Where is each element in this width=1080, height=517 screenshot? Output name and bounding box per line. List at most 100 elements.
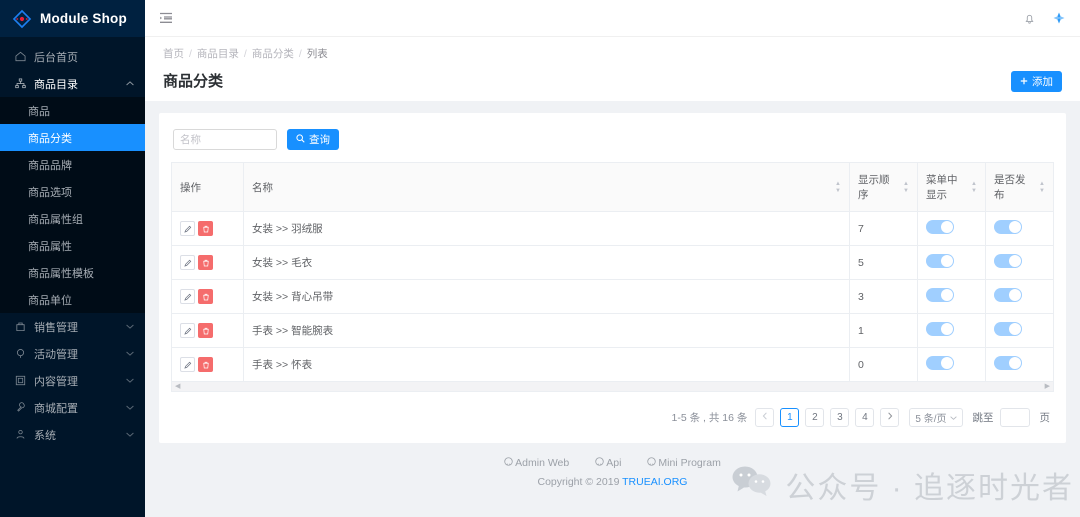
menu-show-toggle[interactable] — [926, 288, 954, 302]
sort-toggle-icon[interactable]: ▲ ▼ — [1039, 181, 1045, 194]
github-icon — [647, 457, 657, 469]
footer-link-label: Mini Program — [658, 457, 721, 469]
menu-show-toggle[interactable] — [926, 254, 954, 268]
sidebar-item-sales[interactable]: 销售管理 — [0, 313, 145, 340]
menu-fold-icon[interactable] — [159, 11, 173, 25]
published-toggle[interactable] — [994, 288, 1022, 302]
published-toggle[interactable] — [994, 356, 1022, 370]
category-card: 查询 操作 名称 — [159, 113, 1066, 443]
menu-show-toggle[interactable] — [926, 220, 954, 234]
footer-link-mini-program[interactable]: Mini Program — [647, 457, 721, 469]
pencil-icon[interactable] — [180, 255, 195, 270]
footer-link-label: Api — [606, 457, 622, 469]
scroll-left-arrow-icon[interactable]: ◀ — [175, 383, 180, 390]
page-title: 商品分类 — [163, 73, 224, 90]
cell-published — [985, 279, 1054, 314]
pagination-page-1[interactable]: 1 — [780, 408, 800, 427]
chevron-down-icon — [125, 324, 135, 329]
trash-icon[interactable] — [198, 221, 213, 236]
pencil-icon[interactable] — [180, 289, 195, 304]
search-bar: 查询 — [171, 127, 1054, 162]
scroll-right-arrow-icon[interactable]: ▶ — [1045, 383, 1050, 390]
breadcrumb-item-1[interactable]: 商品目录 — [197, 46, 239, 61]
trash-icon[interactable] — [198, 289, 213, 304]
published-toggle[interactable] — [994, 220, 1022, 234]
sidebar-item-product[interactable]: 商品 — [0, 97, 145, 124]
column-header-order[interactable]: 显示顺序 ▲ ▼ — [849, 162, 918, 212]
sidebar-item-label: 系统 — [34, 429, 56, 442]
pagination-page-3[interactable]: 3 — [830, 408, 850, 427]
cell-name: 手表 >> 怀表 — [243, 347, 850, 382]
cell-actions — [171, 245, 244, 280]
table-row: 女装 >> 背心吊带 3 — [171, 279, 1054, 314]
tag-icon — [14, 348, 26, 360]
published-toggle[interactable] — [994, 254, 1022, 268]
breadcrumb: 首页 / 商品目录 / 商品分类 / 列表 — [163, 46, 1062, 61]
sidebar-item-catalog[interactable]: 商品目录 — [0, 70, 145, 97]
table-row: 女装 >> 毛衣 5 — [171, 245, 1054, 280]
menu-show-toggle[interactable] — [926, 356, 954, 370]
trash-icon[interactable] — [198, 255, 213, 270]
pencil-icon[interactable] — [180, 357, 195, 372]
sort-toggle-icon[interactable]: ▲ ▼ — [835, 181, 841, 194]
sidebar-item-dashboard[interactable]: 后台首页 — [0, 43, 145, 70]
cell-order: 7 — [849, 211, 918, 246]
footer-link-api[interactable]: Api — [595, 457, 621, 469]
sidebar-item-system[interactable]: 系统 — [0, 421, 145, 448]
sort-toggle-icon[interactable]: ▲ ▼ — [971, 181, 977, 194]
pencil-icon[interactable] — [180, 323, 195, 338]
apps-dots-icon[interactable] — [1052, 11, 1066, 25]
pagination-jump-input[interactable] — [999, 408, 1030, 427]
cell-published — [985, 347, 1054, 382]
column-header-published[interactable]: 是否发布 ▲ ▼ — [985, 162, 1054, 212]
trash-icon[interactable] — [198, 357, 213, 372]
column-header-actions: 操作 — [171, 162, 244, 212]
pagination-page-4[interactable]: 4 — [855, 408, 875, 427]
sidebar-item-attribute-template[interactable]: 商品属性模板 — [0, 259, 145, 286]
row-action-group — [180, 255, 213, 270]
copyright-brand-link[interactable]: TRUEAI.ORG — [622, 476, 687, 488]
cell-order: 0 — [849, 347, 918, 382]
footer: Admin Web Api Mini Program Copyright © 2… — [159, 443, 1066, 504]
chevron-right-icon — [887, 412, 893, 423]
topbar — [145, 0, 1080, 37]
diamond-logo-icon — [12, 9, 32, 29]
column-header-name[interactable]: 名称 ▲ ▼ — [243, 162, 850, 212]
sidebar-item-attribute-group[interactable]: 商品属性组 — [0, 205, 145, 232]
breadcrumb-item-0[interactable]: 首页 — [163, 46, 184, 61]
cell-published — [985, 245, 1054, 280]
search-button[interactable]: 查询 — [287, 129, 339, 150]
breadcrumb-separator: / — [298, 47, 302, 60]
sidebar-item-product-option[interactable]: 商品选项 — [0, 178, 145, 205]
column-header-menu-show[interactable]: 菜单中显示 ▲ ▼ — [917, 162, 986, 212]
sidebar-logo[interactable]: Module Shop — [0, 0, 145, 37]
sidebar-item-product-brand[interactable]: 商品品牌 — [0, 151, 145, 178]
breadcrumb-item-2[interactable]: 商品分类 — [252, 46, 294, 61]
bell-icon[interactable] — [1023, 12, 1036, 25]
table-row: 手表 >> 怀表 0 — [171, 347, 1054, 382]
sidebar-item-product-unit[interactable]: 商品单位 — [0, 286, 145, 313]
trash-icon[interactable] — [198, 323, 213, 338]
menu-show-toggle[interactable] — [926, 322, 954, 336]
sort-toggle-icon[interactable]: ▲ ▼ — [903, 181, 909, 194]
sidebar-item-product-category[interactable]: 商品分类 — [0, 124, 145, 151]
sidebar-item-attribute[interactable]: 商品属性 — [0, 232, 145, 259]
sidebar-menu: 后台首页 商品目录 商品 商品分类 商品品牌 商品选项 商品属性组 商品属性 商… — [0, 37, 145, 517]
sidebar-item-content[interactable]: 内容管理 — [0, 367, 145, 394]
pencil-icon[interactable] — [180, 221, 195, 236]
pagination-total: 1-5 条 , 共 16 条 — [671, 412, 748, 424]
footer-link-admin-web[interactable]: Admin Web — [504, 457, 569, 469]
table-horizontal-scrollbar[interactable]: ◀ ▶ — [171, 382, 1054, 392]
published-toggle[interactable] — [994, 322, 1022, 336]
sidebar-subitem-label: 商品属性组 — [28, 213, 83, 226]
sidebar-item-activity[interactable]: 活动管理 — [0, 340, 145, 367]
search-input[interactable] — [173, 129, 277, 150]
pagination-prev-button[interactable] — [755, 408, 775, 427]
pagination: 1-5 条 , 共 16 条 1 2 3 4 5 条/页 跳至 页 — [171, 392, 1054, 433]
add-button[interactable]: 添加 — [1011, 71, 1062, 92]
pagination-next-button[interactable] — [880, 408, 900, 427]
pagination-page-2[interactable]: 2 — [805, 408, 825, 427]
cell-published — [985, 211, 1054, 246]
sidebar-item-mall-config[interactable]: 商城配置 — [0, 394, 145, 421]
page-size-select[interactable]: 5 条/页 — [909, 408, 963, 427]
